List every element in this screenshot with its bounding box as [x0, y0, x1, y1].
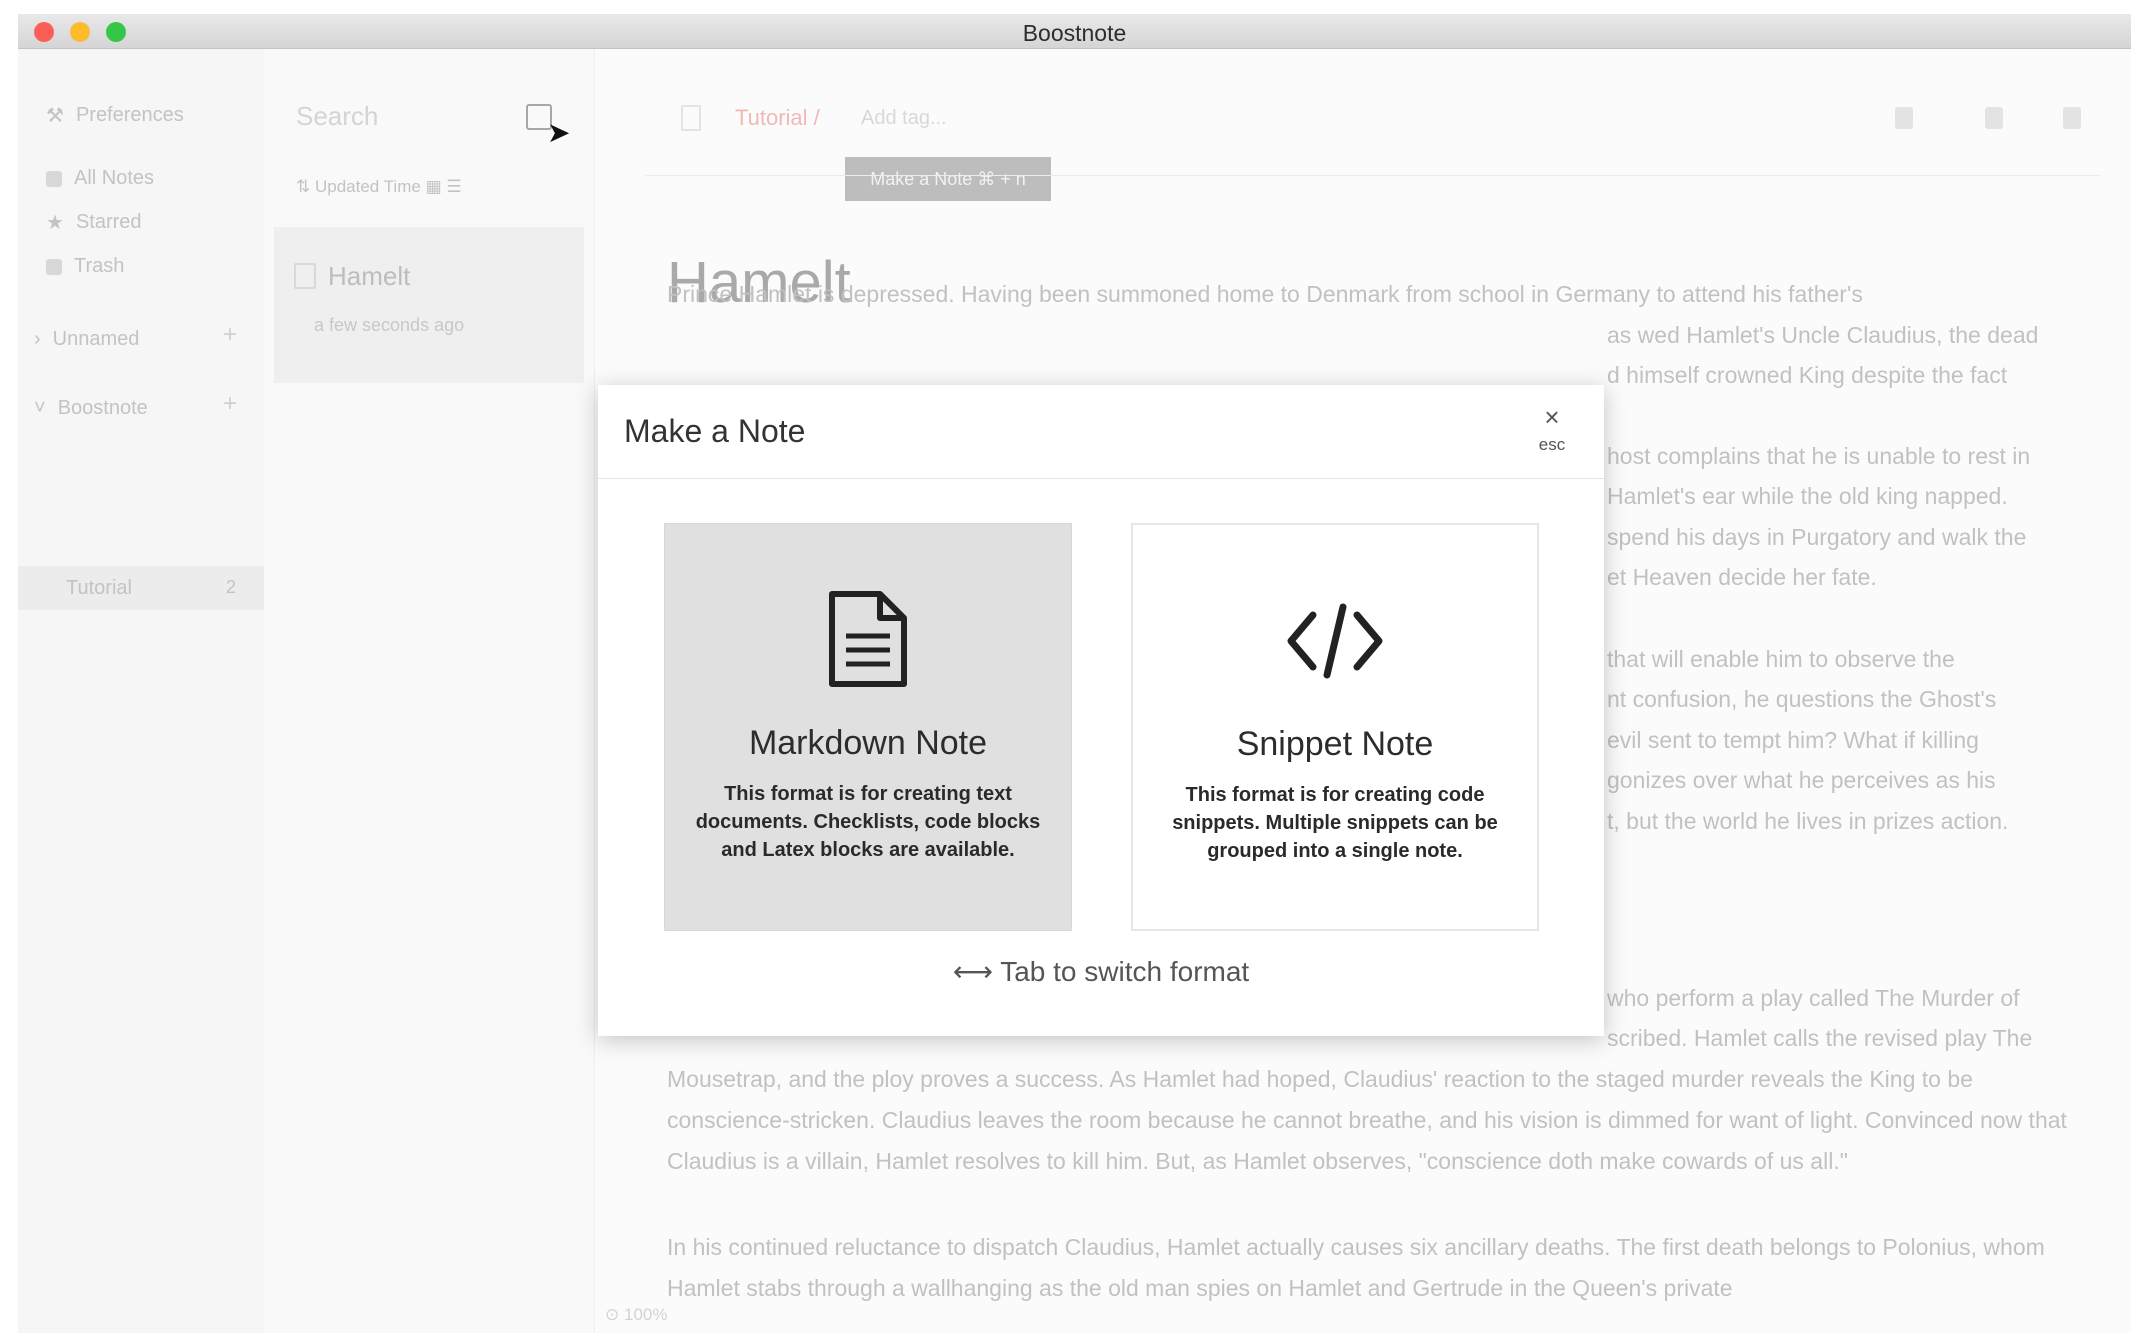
- close-hint: esc: [1538, 435, 1566, 454]
- storage-label: Boostnote: [57, 397, 148, 419]
- paragraph-fragment: gonizes over what he perceives as his: [1607, 767, 1996, 793]
- note-list: Search ➤ ⇅ Updated Time ▦ ☰ Hamelt a few…: [264, 49, 595, 1333]
- option-description: This format is for creating text documen…: [695, 783, 1041, 861]
- list-view-icon[interactable]: ☰: [446, 177, 461, 196]
- preferences-button[interactable]: ⚒ Preferences: [46, 103, 184, 128]
- sort-selector[interactable]: ⇅ Updated Time ▦ ☰: [296, 177, 462, 197]
- folder-count: 2: [226, 577, 237, 597]
- trash-icon[interactable]: [2063, 107, 2081, 129]
- close-dialog-button[interactable]: × esc: [1530, 402, 1574, 455]
- close-icon: ×: [1544, 402, 1560, 432]
- snippet-note-option[interactable]: Snippet Note This format is for creating…: [1131, 523, 1539, 931]
- option-description: This format is for creating code snippet…: [1172, 784, 1498, 862]
- fullscreen-icon[interactable]: [1985, 107, 2003, 129]
- sort-icon: ⇅: [296, 177, 311, 196]
- paragraph: Prince Hamlet is depressed. Having been …: [667, 281, 1863, 307]
- note-time: a few seconds ago: [314, 315, 465, 335]
- sidebar: ⚒ Preferences All Notes ★ Starred Trash …: [18, 49, 264, 1333]
- search-input[interactable]: Search: [296, 101, 378, 132]
- sort-label: Updated Time: [314, 177, 421, 196]
- folder-label: Tutorial: [66, 577, 132, 599]
- grid-icon: [46, 170, 62, 187]
- paragraph-fragment: host complains that he is unable to rest…: [1607, 443, 2031, 469]
- option-title: Snippet Note: [1236, 725, 1434, 763]
- paragraph-fragment: as wed Hamlet's Uncle Claudius, the dead: [1607, 322, 2039, 348]
- sidebar-item-label: Trash: [74, 255, 125, 277]
- note-icon: [294, 263, 316, 289]
- note-list-item[interactable]: Hamelt a few seconds ago: [274, 227, 584, 383]
- paragraph-fragment: spend his days in Purgatory and walk the: [1607, 524, 2027, 550]
- paragraph-fragment: evil sent to tempt him? What if killing: [1607, 727, 1979, 753]
- info-icon[interactable]: [1895, 107, 1913, 129]
- zoom-label: 100%: [623, 1305, 668, 1324]
- make-a-note-dialog: Make a Note × esc Markdown Note This for…: [598, 385, 1604, 1036]
- note-title: Hamelt: [328, 261, 411, 291]
- storage-boostnote[interactable]: ˅ Boostnote: [34, 397, 148, 420]
- code-icon: [1133, 591, 1537, 691]
- chevron-right-icon: ›: [34, 328, 41, 350]
- dialog-header: Make a Note × esc: [598, 385, 1604, 479]
- markdown-note-option[interactable]: Markdown Note This format is for creatin…: [664, 523, 1072, 931]
- sidebar-item-label: Starred: [75, 211, 142, 233]
- new-note-tooltip: Make a Note ⌘ + n: [845, 157, 1051, 201]
- app-window: Boostnote ⚒ Preferences All Notes ★ Star…: [18, 14, 2131, 1333]
- preferences-label: Preferences: [75, 104, 184, 126]
- trash-icon: [46, 258, 62, 275]
- add-tag-input[interactable]: Add tag...: [861, 107, 947, 130]
- paragraph-fragment: t, but the world he lives in prizes acti…: [1607, 808, 2009, 834]
- dialog-title: Make a Note: [624, 413, 806, 449]
- tab-switch-hint: ⟷ Tab to switch format: [952, 956, 1250, 987]
- zoom-level[interactable]: ⊙ 100%: [605, 1305, 667, 1325]
- paragraph-fragment: scribed. Hamlet calls the revised play T…: [1607, 1025, 2033, 1051]
- window-title: Boostnote: [1022, 20, 1127, 46]
- paragraph-fragment: Hamlet's ear while the old king napped.: [1607, 483, 2008, 509]
- paragraph: Mousetrap, and the ploy proves a success…: [667, 1066, 2067, 1174]
- sidebar-item-all-notes[interactable]: All Notes: [46, 167, 154, 190]
- breadcrumb-folder[interactable]: Tutorial /: [735, 105, 820, 131]
- title-bar: Boostnote: [18, 14, 2131, 49]
- add-folder-icon[interactable]: +: [223, 321, 237, 349]
- document-icon: [665, 590, 1071, 690]
- paragraph: In his continued reluctance to dispatch …: [667, 1234, 2045, 1301]
- add-folder-icon[interactable]: +: [223, 390, 237, 418]
- star-icon: ★: [46, 212, 64, 234]
- wrench-icon: ⚒: [46, 105, 64, 127]
- paragraph-fragment: et Heaven decide her fate.: [1607, 564, 1877, 590]
- sidebar-item-starred[interactable]: ★ Starred: [46, 210, 142, 235]
- grid-view-icon[interactable]: ▦: [426, 177, 442, 196]
- storage-label: Unnamed: [52, 328, 140, 350]
- paragraph-fragment: d himself crowned King despite the fact: [1607, 362, 2008, 388]
- paragraph-fragment: who perform a play called The Murder of: [1607, 985, 2020, 1011]
- sidebar-item-trash[interactable]: Trash: [46, 255, 124, 278]
- paragraph-fragment: nt confusion, he questions the Ghost's: [1607, 686, 1997, 712]
- sidebar-item-label: All Notes: [74, 167, 155, 189]
- option-title: Markdown Note: [748, 724, 988, 762]
- storage-unnamed[interactable]: › Unnamed: [34, 328, 139, 351]
- paragraph-fragment: that will enable him to observe the: [1607, 646, 1955, 672]
- chevron-down-icon: ˅: [34, 397, 46, 419]
- mouse-cursor-icon: ➤: [547, 117, 571, 148]
- toolbar-divider: [645, 175, 2101, 176]
- star-note-icon[interactable]: [681, 105, 701, 131]
- zoom-icon: ⊙: [605, 1305, 620, 1324]
